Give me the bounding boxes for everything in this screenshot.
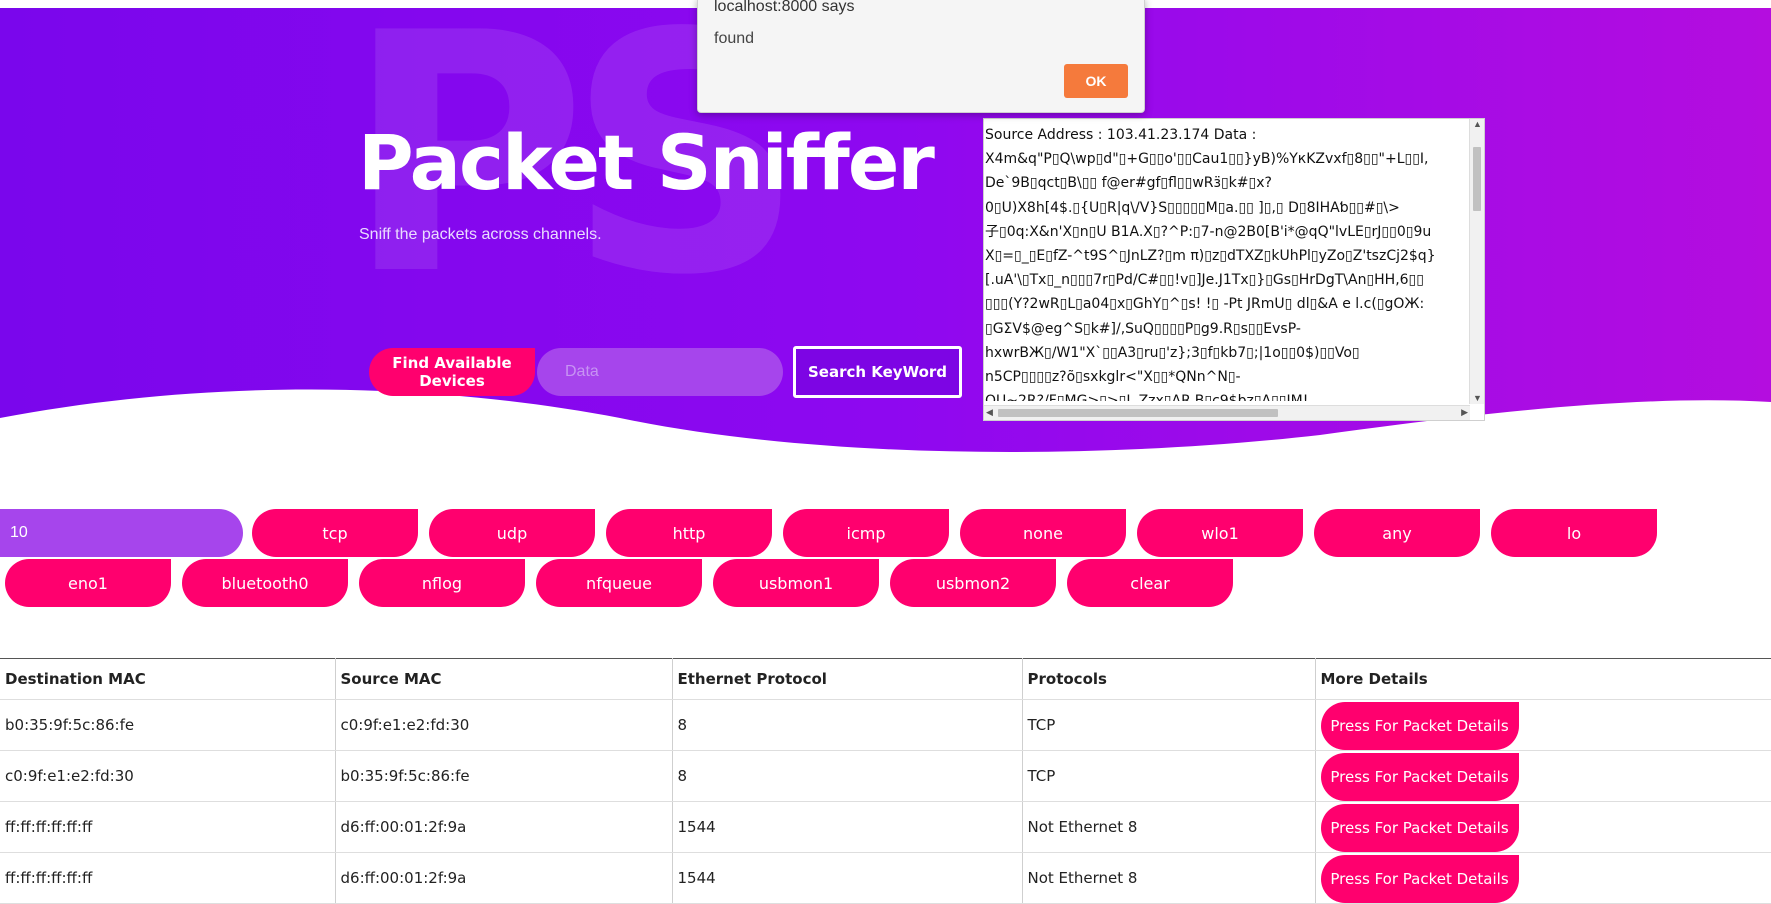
packet-line: 0▯U)X8h[4$.▯{U▯R|q\/V}S▯▯▯▯▯M▯a.▯▯ ]▯,▯ … (985, 199, 1400, 216)
page-title: Packet Sniffer (358, 118, 935, 207)
column-header: Destination MAC (0, 658, 336, 700)
packet-line: [.uA'\▯Tx▯_n▯▯▯7r▯Pd/C#▯▯!v▯]Je.J1Tx▯}▯G… (985, 272, 1424, 289)
packet-details-button[interactable]: Press For Packet Details (1320, 753, 1519, 801)
filter-chip-lo[interactable]: lo (1491, 509, 1657, 557)
alert-message: found (714, 30, 755, 47)
scroll-left-icon[interactable]: ◀ (986, 408, 993, 417)
column-header: Ethernet Protocol (672, 658, 1023, 700)
packet-line: hxwrВЖ▯/W1"X`▯▯A3▯ru▯'z};3▯f▯kb7▯;|1o▯▯0… (985, 344, 1360, 361)
alert-ok-button[interactable]: OK (1064, 64, 1128, 98)
packet-output-textarea[interactable]: Source Address : 103.41.23.174 Data : X4… (983, 118, 1485, 421)
ethernet-protocol-cell: 1544 (672, 852, 1023, 904)
packet-count-input[interactable] (0, 509, 243, 557)
table-row: c0:9f:e1:e2:fd:30 b0:35:9f:5c:86:fe 8 TC… (0, 750, 1771, 802)
packet-line: OU~2R?/F▯MG>▯>▯L Zzx▯AR.B▯c9$bz▯A▯▯IM! (985, 389, 1461, 401)
scroll-down-icon[interactable]: ▼ (1473, 394, 1482, 403)
packet-details-button[interactable]: Press For Packet Details (1320, 855, 1519, 903)
packet-line: Source Address : 103.41.23.174 Data : (985, 127, 1257, 143)
source-mac-cell: d6:ff:00:01:2f:9a (335, 852, 673, 904)
filter-chip-any[interactable]: any (1314, 509, 1480, 557)
ethernet-protocol-cell: 8 (672, 699, 1023, 751)
more-details-cell: Press For Packet Details (1315, 801, 1771, 853)
filter-chip-wlo1[interactable]: wlo1 (1137, 509, 1303, 557)
filter-chip-http[interactable]: http (606, 509, 772, 557)
packet-line: ▯GΣV$@eg^S▯k#]/,SuQ▯▯▯▯P▯g9.R▯s▯▯EvsP- (985, 320, 1301, 337)
packet-output-text: Source Address : 103.41.23.174 Data : X4… (985, 123, 1461, 401)
packet-line: X▯=▯_▯E▯fZ-^t9S^▯JnLZ?▯m π)▯z▯dTXZ▯kUhPl… (985, 248, 1436, 265)
filter-chip-nfqueue[interactable]: nfqueue (536, 559, 702, 607)
filter-chip-icmp[interactable]: icmp (783, 509, 949, 557)
table-header-row: Destination MAC Source MAC Ethernet Prot… (0, 658, 1771, 700)
column-header: Protocols (1022, 658, 1316, 700)
filter-bar: tcp udp http icmp none wlo1 any lo eno1 … (0, 509, 1771, 609)
alert-title: localhost:8000 says (714, 0, 855, 15)
source-mac-cell: d6:ff:00:01:2f:9a (335, 801, 673, 853)
filter-chip-none[interactable]: none (960, 509, 1126, 557)
clear-button[interactable]: clear (1067, 559, 1233, 607)
filter-chip-bluetooth0[interactable]: bluetooth0 (182, 559, 348, 607)
vertical-scrollbar[interactable]: ▲ ▼ (1469, 119, 1484, 404)
protocols-cell: Not Ethernet 8 (1022, 852, 1316, 904)
source-mac-cell: b0:35:9f:5c:86:fe (335, 750, 673, 802)
destination-mac-cell: b0:35:9f:5c:86:fe (0, 699, 336, 751)
filter-chip-nflog[interactable]: nflog (359, 559, 525, 607)
source-mac-cell: c0:9f:e1:e2:fd:30 (335, 699, 673, 751)
horizontal-scroll-thumb[interactable] (998, 409, 1278, 417)
vertical-scroll-thumb[interactable] (1473, 147, 1481, 211)
destination-mac-cell: ff:ff:ff:ff:ff:ff (0, 852, 336, 904)
filter-chip-eno1[interactable]: eno1 (5, 559, 171, 607)
destination-mac-cell: ff:ff:ff:ff:ff:ff (0, 801, 336, 853)
protocols-cell: TCP (1022, 750, 1316, 802)
packet-line: n5CP▯▯▯▯z?õ▯sxkglr<"X▯▯*QNn^N▯- (985, 369, 1241, 386)
filter-chip-tcp[interactable]: tcp (252, 509, 418, 557)
page-subtitle: Sniff the packets across channels. (359, 226, 602, 243)
table-row: ff:ff:ff:ff:ff:ff d6:ff:00:01:2f:9a 1544… (0, 852, 1771, 904)
destination-mac-cell: c0:9f:e1:e2:fd:30 (0, 750, 336, 802)
protocols-cell: TCP (1022, 699, 1316, 751)
search-keyword-button[interactable]: Search KeyWord (793, 346, 962, 398)
data-input[interactable] (537, 348, 783, 396)
filter-chip-usbmon1[interactable]: usbmon1 (713, 559, 879, 607)
more-details-cell: Press For Packet Details (1315, 750, 1771, 802)
packet-line: X4m&q"P▯Q\wp▯d"▯+G▯▯o'▯▯Cau1▯▯}yB)%YкKZv… (985, 151, 1429, 168)
more-details-cell: Press For Packet Details (1315, 852, 1771, 904)
ethernet-protocol-cell: 1544 (672, 801, 1023, 853)
packet-details-button[interactable]: Press For Packet Details (1320, 702, 1519, 750)
filter-chip-usbmon2[interactable]: usbmon2 (890, 559, 1056, 607)
packet-table: Destination MAC Source MAC Ethernet Prot… (0, 658, 1771, 904)
packet-line: 子▯0q:X&n'X▯n▯U B1A.X▯?^P:▯7-n@2B0[B'i*@q… (985, 223, 1432, 240)
table-row: b0:35:9f:5c:86:fe c0:9f:e1:e2:fd:30 8 TC… (0, 699, 1771, 751)
ethernet-protocol-cell: 8 (672, 750, 1023, 802)
find-available-devices-button[interactable]: Find Available Devices (369, 348, 535, 396)
protocols-cell: Not Ethernet 8 (1022, 801, 1316, 853)
alert-dialog: localhost:8000 says found OK (697, 0, 1145, 113)
horizontal-scrollbar[interactable]: ◀ ▶ (984, 405, 1470, 420)
table-row: ff:ff:ff:ff:ff:ff d6:ff:00:01:2f:9a 1544… (0, 801, 1771, 853)
more-details-cell: Press For Packet Details (1315, 699, 1771, 751)
packet-line: ▯▯▯(Y?2wR▯L▯a04▯x▯GhY▯^▯s! !▯ -Pt JRmU▯ … (985, 296, 1425, 313)
column-header: More Details (1315, 658, 1771, 700)
packet-line: De`9B▯qct▯B\▯▯ f@er#gf▯fl▯▯wRӟ▯k#▯x? (985, 175, 1272, 192)
column-header: Source MAC (335, 658, 673, 700)
scroll-right-icon[interactable]: ▶ (1461, 408, 1468, 417)
packet-details-button[interactable]: Press For Packet Details (1320, 804, 1519, 852)
scroll-up-icon[interactable]: ▲ (1473, 120, 1482, 129)
filter-chip-udp[interactable]: udp (429, 509, 595, 557)
